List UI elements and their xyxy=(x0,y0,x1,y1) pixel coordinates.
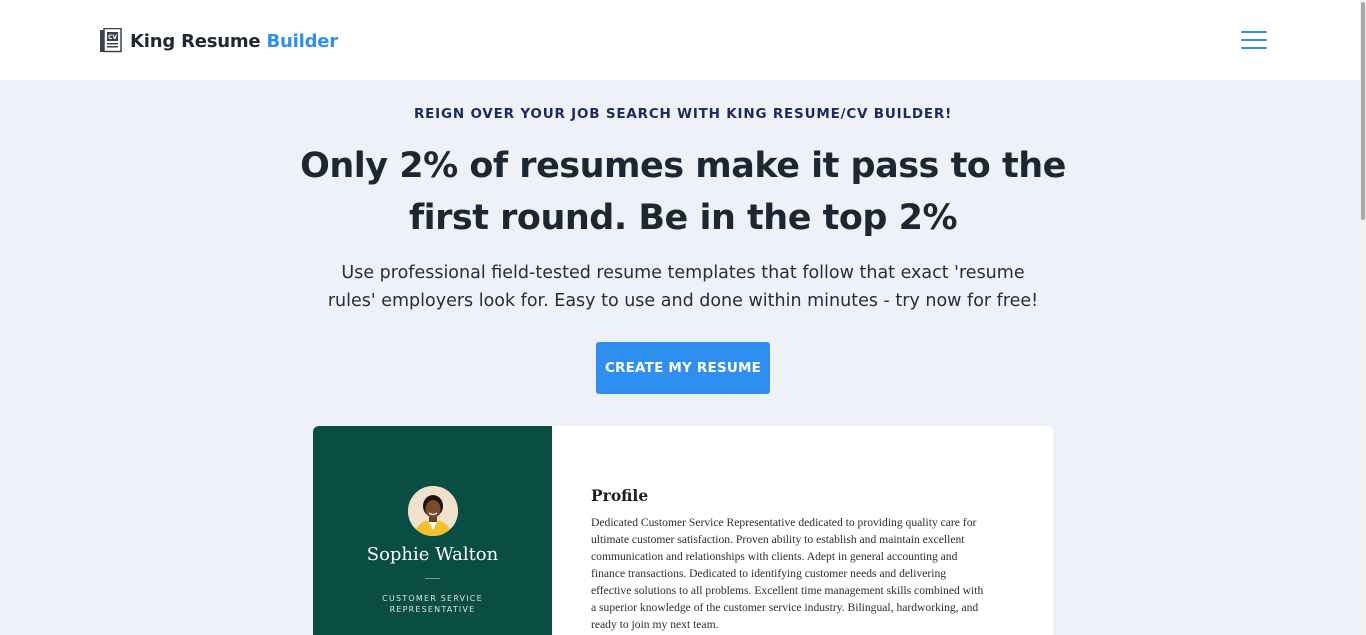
resume-role: CUSTOMER SERVICE REPRESENTATIVE xyxy=(363,593,502,615)
logo[interactable]: CV King Resume Builder xyxy=(99,27,338,55)
avatar-portrait-icon xyxy=(408,486,458,536)
hero-eyebrow: REIGN OVER YOUR JOB SEARCH WITH KING RES… xyxy=(413,106,953,122)
logo-text: King Resume Builder xyxy=(130,31,338,52)
profile-heading: Profile xyxy=(591,486,649,505)
profile-line: Dedicated Customer Service Representativ… xyxy=(591,516,977,529)
page-scrollbar[interactable] xyxy=(1360,0,1366,635)
subhead-line: Use professional field-tested resume tem… xyxy=(341,263,1025,283)
profile-text: Dedicated Customer Service Representativ… xyxy=(591,514,1011,633)
headline-line: first round. Be in the top 2% xyxy=(408,198,958,238)
logo-accent: Builder xyxy=(266,30,339,52)
name-divider xyxy=(425,578,440,579)
menu-bar xyxy=(1241,47,1267,49)
profile-line: a superior knowledge of the customer ser… xyxy=(591,601,979,614)
profile-line: effective solutions to all problems. Exc… xyxy=(591,584,984,597)
site-header: CV King Resume Builder xyxy=(0,0,1360,80)
resume-preview: Sophie Walton CUSTOMER SERVICE REPRESENT… xyxy=(313,426,1053,635)
profile-line: ready to join my next team. xyxy=(591,618,719,631)
hero-subhead: Use professional field-tested resume tem… xyxy=(300,259,1066,315)
role-line: CUSTOMER SERVICE xyxy=(382,594,483,603)
logo-brand: King Resume xyxy=(130,30,261,52)
create-resume-button[interactable]: CREATE MY RESUME xyxy=(596,342,770,394)
cv-icon-label: CV xyxy=(108,34,117,41)
profile-line: ultimate customer satisfaction. Proven a… xyxy=(591,533,965,546)
avatar xyxy=(408,486,458,536)
cv-document-icon: CV xyxy=(100,28,122,53)
hamburger-menu-icon[interactable] xyxy=(1240,29,1268,51)
subhead-line: rules' employers look for. Easy to use a… xyxy=(327,291,1039,311)
profile-line: communication and relationships with cli… xyxy=(591,550,958,563)
menu-bar xyxy=(1241,39,1267,41)
hero-headline: Only 2% of resumes make it pass to the f… xyxy=(283,140,1083,244)
headline-line: Only 2% of resumes make it pass to the xyxy=(300,146,1066,186)
menu-bar xyxy=(1241,31,1267,33)
resume-sidebar: Sophie Walton CUSTOMER SERVICE REPRESENT… xyxy=(313,426,552,635)
role-line: REPRESENTATIVE xyxy=(389,605,476,614)
resume-name: Sophie Walton xyxy=(366,544,499,565)
profile-line: finance transactions. Dedicated to ident… xyxy=(591,567,947,580)
